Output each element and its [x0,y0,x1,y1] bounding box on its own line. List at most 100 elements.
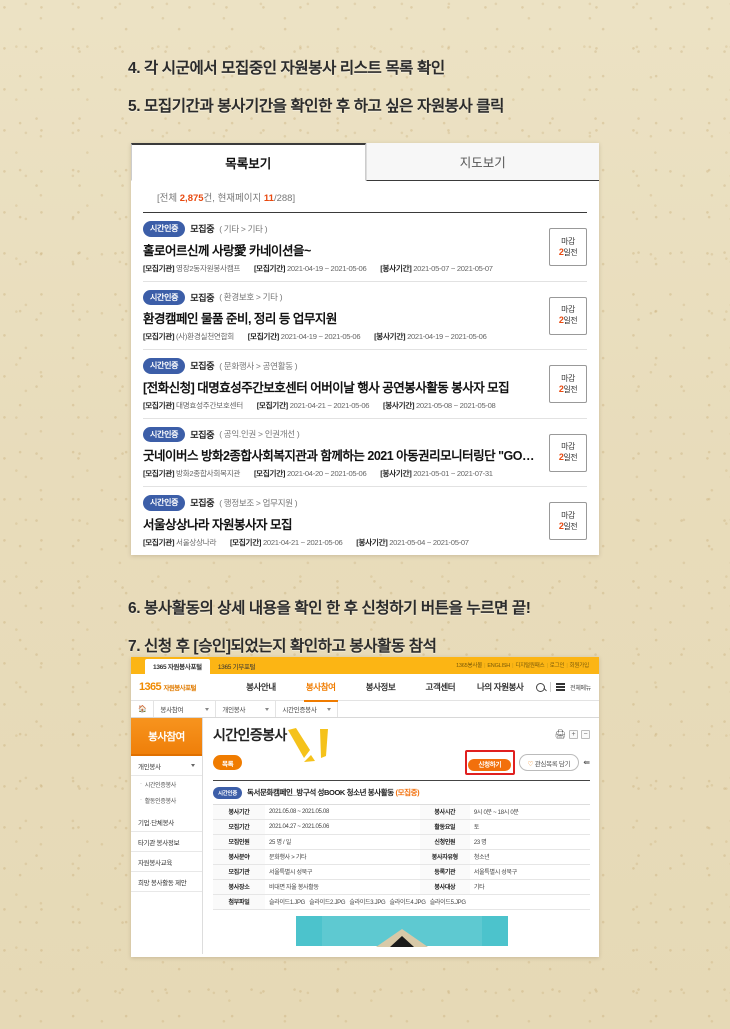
recruit-period-value: 2021-04-19 ~ 2021-05-06 [280,332,361,341]
breadcrumb-select-time-cert[interactable]: 시간인증봉사 [276,701,339,717]
breadcrumb-select-participate[interactable]: 봉사참여 [154,701,217,717]
attachment-file[interactable]: 슬라이드1.JPG [269,900,305,906]
status-badge: 모집중 [190,361,215,372]
search-icon[interactable] [536,682,546,692]
list-item[interactable]: 시간인증 모집중 ( 문화행사 > 공연활동 ) [전화신청] 대명효성주간보호… [143,350,587,419]
nav-item-info[interactable]: 봉사정보 [351,675,411,699]
service-period-value: 2021-05-08 ~ 2021-05-08 [416,400,496,410]
chevron-down-icon [191,764,195,767]
breadcrumb-filler [338,701,599,717]
sidebar-item-corporate[interactable]: 기업·단체봉사 [131,812,202,832]
list-button[interactable]: 목록 [213,755,243,770]
breadcrumb: 🏠 봉사참여 개인봉사 시간인증봉사 [131,700,599,718]
list-item-title[interactable]: 굿네이버스 방화2종합사회복지관과 함께하는 2021 아동권리모니터링단 "G… [143,445,539,464]
attachment-file[interactable]: 슬라이드5.JPG [430,900,466,906]
deadline-value: 2일전 [559,315,578,326]
link-shop[interactable]: 1365봉사몰 [456,663,482,669]
list-item-title[interactable]: [전화신청] 대명효성주간보호센터 어버이날 행사 공연봉사활동 봉사자 모집 [143,377,539,396]
list-item-title[interactable]: 환경캠페인 물품 준비, 정리 등 업무지원 [143,308,539,327]
favorite-button[interactable]: ♡ 관심목록 담기 [518,754,580,771]
heart-icon: ♡ [527,760,534,768]
apply-button-highlight: 신청하기 [464,750,515,775]
site-logo[interactable]: 1365 자원봉사포털 [139,681,231,693]
sidebar-item-education[interactable]: 자원봉사교육 [131,852,202,872]
hamburger-menu-icon[interactable] [556,683,566,691]
sidebar: 봉사참여 개인봉사 시간인증봉사 활동인증봉사 기업·단체봉사 타기관 봉사정보… [131,718,203,954]
list-item[interactable]: 시간인증 모집중 ( 환경보호 > 기타 ) 환경캠페인 물품 준비, 정리 등… [143,282,587,350]
list-item[interactable]: 시간인증 모집중 ( 기타 > 기타 ) 홀로어르신께 사랑愛 카네이션을~ [… [143,213,587,282]
link-onepass[interactable]: 디지털원패스 [515,663,544,669]
recruit-period-value: 2021-04-20 ~ 2021-05-06 [286,469,367,478]
row-key-1: 모집인원 [213,834,265,850]
portal-tab-volunteer[interactable]: 1365 자원봉사포털 [145,659,210,674]
portal-tab-donation[interactable]: 1365 기부포털 [210,659,264,674]
deadline-unit: 일전 [563,384,578,394]
list-item[interactable]: 시간인증 모집중 ( 공익.인권 > 인권개선 ) 굿네이버스 방화2종합사회복… [143,419,587,487]
cert-badge: 시간인증 [143,495,186,511]
row-value-2: 23 명 [469,834,590,850]
row-value-1: 문화행사 > 기타 [265,849,420,865]
result-count: [전체 2,875건, 현재페이지 11/288] [143,181,587,213]
cert-badge: 시간인증 [143,358,186,374]
nav-item-my[interactable]: 나의 자원봉사 [470,675,530,699]
list-item-meta-top: 시간인증 모집중 ( 기타 > 기타 ) [143,221,539,237]
row-key-1: 모집기관 [213,864,265,880]
link-english[interactable]: ENGLISH [487,663,510,669]
org-value: 서울상상나라 [176,537,217,547]
sidebar-subitem-time-cert[interactable]: 시간인증봉사 [131,776,202,792]
deadline-label: 마감 [561,373,575,383]
deadline-value: 2일전 [559,247,578,258]
breadcrumb-select-personal[interactable]: 개인봉사 [216,701,277,717]
service-period-value: 2021-05-04 ~ 2021-05-07 [389,537,469,547]
nav-item-guide[interactable]: 봉사안내 [231,675,291,699]
list-item-title[interactable]: 서울상상나라 자원봉사자 모집 [143,514,539,533]
row-key-1: 봉사기간 [213,804,265,820]
zoom-out-button[interactable]: − [581,730,590,739]
recruit-period-label: [모집기간] [247,332,280,341]
list-item-main: 시간인증 모집중 ( 환경보호 > 기타 ) 환경캠페인 물품 준비, 정리 등… [143,289,539,343]
tab-list-view[interactable]: 목록보기 [131,143,366,181]
sidebar-subitem-activity-cert[interactable]: 활동인증봉사 [131,792,202,808]
tab-map-view[interactable]: 지도보기 [365,143,599,181]
deadline-unit: 일전 [563,247,578,257]
count-mid: 건, 현재페이지 [203,193,264,204]
link-signup[interactable]: 회원가입 [570,663,590,669]
list-item-meta-top: 시간인증 모집중 ( 행정보조 > 업무지원 ) [143,495,539,511]
list-item-title[interactable]: 홀로어르신께 사랑愛 카네이션을~ [143,240,539,259]
cert-badge: 시간인증 [143,426,186,442]
chevron-down-icon [265,707,270,711]
sidebar-item-proposal[interactable]: 희망 봉사활동 제안 [131,872,202,892]
nav-item-support[interactable]: 고객센터 [410,675,470,699]
menu-label: 전체메뉴 [570,685,591,692]
attachment-file[interactable]: 슬라이드2.JPG [309,900,345,906]
org-label: [모집기관] [143,469,175,478]
apply-button[interactable]: 신청하기 [468,759,512,771]
attachment-file[interactable]: 슬라이드3.JPG [349,900,385,906]
page-title: 시간인증봉사 [213,727,287,743]
sidebar-item-other-orgs[interactable]: 타기관 봉사정보 [131,832,202,852]
link-login[interactable]: 로그인 [550,663,565,669]
attachment-file[interactable]: 슬라이드4.JPG [390,900,426,906]
breadcrumb-home[interactable]: 🏠 [131,701,155,717]
favorite-label: 관심목록 담기 [534,760,571,768]
row-key-2: 등록기관 [419,864,470,880]
home-icon: 🏠 [138,706,147,713]
nav-item-participate[interactable]: 봉사참여 [291,675,351,702]
list-item-meta-bottom: [모집기관] 방화2종합사회복지관 [모집기간] 2021-04-20 ~ 20… [143,468,539,479]
recruit-period-value: 2021-04-21 ~ 2021-05-06 [262,537,343,547]
list-item[interactable]: 시간인증 모집중 ( 행정보조 > 업무지원 ) 서울상상나라 자원봉사자 모집… [143,487,587,555]
detail-title-text: 독서문화캠페인_방구석 성BOOK 청소년 봉사활동 [247,788,394,798]
row-key-1: 봉사분야 [213,849,265,865]
volunteer-list: 시간인증 모집중 ( 기타 > 기타 ) 홀로어르신께 사랑愛 카네이션을~ [… [131,213,599,555]
deadline-label: 마감 [561,236,575,246]
row-key-2: 활동요일 [419,819,470,835]
print-icon[interactable]: 🖨 [555,729,566,740]
content-header: 시간인증봉사 🖨 + − [213,725,590,745]
zoom-in-button[interactable]: + [569,730,578,739]
share-icon[interactable]: ⇚ [583,758,590,767]
count-suffix: /288] [273,193,296,204]
sidebar-item-personal[interactable]: 개인봉사 [131,756,202,776]
sidebar-item-label: 기업·단체봉사 [138,819,174,827]
service-period-label: [봉사기간] [380,263,412,273]
breadcrumb-label-1: 봉사참여 [160,707,184,714]
